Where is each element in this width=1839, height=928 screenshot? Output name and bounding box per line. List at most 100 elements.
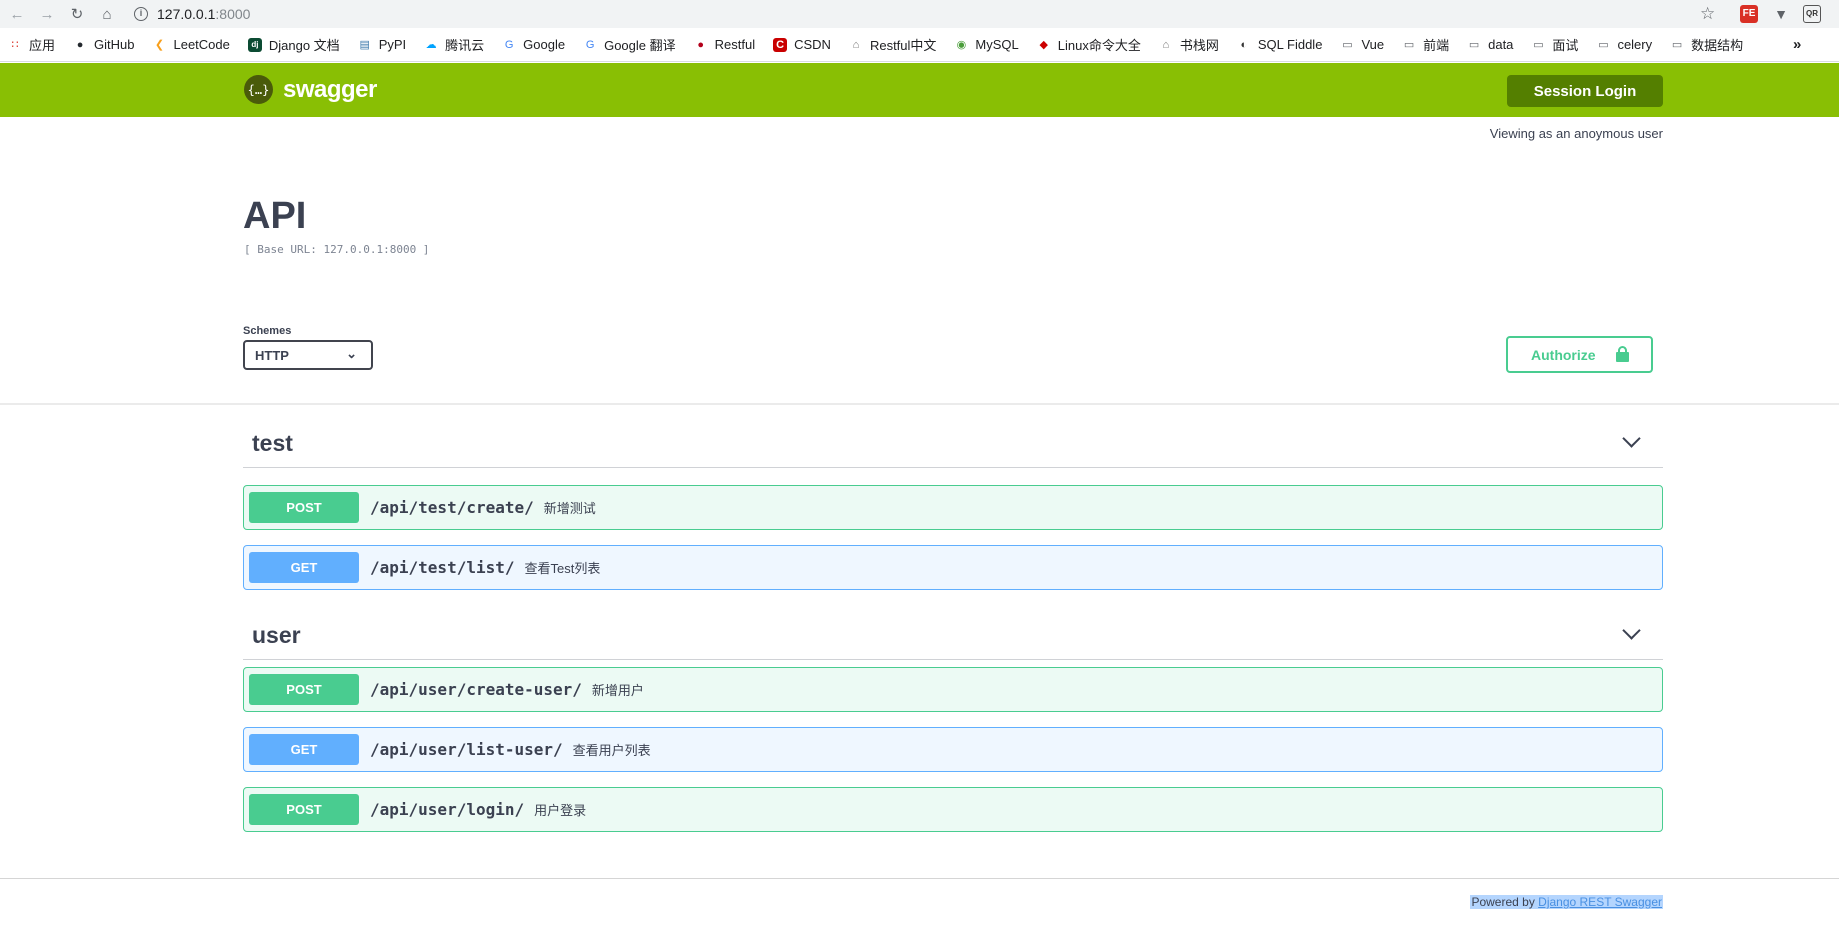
footer: Powered by Django REST Swagger [1470, 895, 1663, 909]
google-translate-icon: G [585, 38, 595, 51]
operation-path: /api/test/list/ [370, 558, 515, 577]
bookmark-item[interactable]: ● Restful [694, 37, 755, 52]
bookmark-item[interactable]: C CSDN [773, 37, 831, 52]
bookmark-item[interactable]: ∷ 应用 [8, 35, 56, 54]
bookmark-item[interactable]: ❮ LeetCode [152, 37, 230, 52]
bookmark-label: Django 文档 [268, 38, 340, 53]
back-arrow-icon[interactable]: ← [4, 1, 30, 27]
bookmark-item[interactable]: ▭ celery [1596, 37, 1652, 52]
bookmark-label: Vue [1361, 37, 1385, 52]
method-badge: POST [249, 674, 359, 705]
bookmark-label: CSDN [794, 37, 831, 52]
folder-icon: ▭ [1598, 39, 1609, 51]
folder-icon: ▭ [1671, 39, 1683, 51]
restful-icon: ● [697, 38, 704, 51]
tag-section-user[interactable]: user [243, 622, 1663, 660]
folder-icon: ▭ [1342, 39, 1353, 51]
extension-fe-icon[interactable]: FE [1740, 5, 1758, 23]
bookmark-item[interactable]: ◉ MySQL [954, 37, 1019, 52]
method-badge: POST [249, 794, 359, 825]
operation-path: /api/user/login/ [370, 800, 525, 819]
operation-row[interactable]: POST /api/test/create/ 新增测试 [243, 485, 1663, 530]
schemes-select[interactable]: HTTP ⌄ [243, 340, 373, 370]
bookmark-label: 书栈网 [1179, 38, 1219, 53]
forward-arrow-icon[interactable]: → [34, 1, 60, 27]
home-icon[interactable]: ⌂ [94, 1, 120, 27]
bookmark-item[interactable]: ☁ 腾讯云 [424, 35, 485, 54]
bookmark-item[interactable]: ◆ Linux命令大全 [1037, 35, 1141, 54]
bookmarks-bar: ∷ 应用 ● GitHub ❮ LeetCode dj Django 文档 ▤ PyPI ☁ 腾讯云 G… [0, 28, 1839, 62]
authorize-button[interactable]: Authorize [1506, 336, 1653, 373]
folder-icon: ▭ [1403, 39, 1415, 51]
bookmark-item[interactable]: G Google 翻译 [583, 35, 676, 54]
bookmark-label: data [1488, 37, 1514, 52]
linux-icon: ◆ [1039, 39, 1048, 51]
bookmark-label: MySQL [975, 37, 1019, 52]
authorize-label: Authorize [1531, 346, 1596, 363]
bookmark-item[interactable]: ▭ Vue [1340, 37, 1384, 52]
bookmark-label: Google [523, 37, 566, 52]
mysql-icon: ◉ [956, 39, 967, 51]
bookmark-item[interactable]: G Google [502, 37, 565, 52]
bookmark-label: Google 翻译 [604, 38, 676, 53]
bookmark-item[interactable]: ▭ 前端 [1402, 35, 1449, 54]
bookmark-label: 面试 [1552, 38, 1579, 53]
operation-row[interactable]: GET /api/test/list/ 查看Test列表 [243, 545, 1663, 590]
bookmark-item[interactable]: ● GitHub [73, 37, 135, 52]
sqlfiddle-icon: ◐ [1240, 38, 1248, 51]
bookstack-icon: ⌂ [1162, 38, 1170, 51]
schemes-label: Schemes [243, 325, 292, 337]
extension-vue-icon[interactable]: ▼ [1772, 5, 1790, 23]
footer-prefix: Powered by [1471, 895, 1539, 909]
operation-row[interactable]: POST /api/user/login/ 用户登录 [243, 787, 1663, 832]
address-bar[interactable]: i 127.0.0.1:8000 [134, 2, 1708, 26]
google-icon: G [504, 38, 514, 51]
bookmark-item[interactable]: ▭ 面试 [1531, 35, 1578, 54]
operation-row[interactable]: GET /api/user/list-user/ 查看用户列表 [243, 727, 1663, 772]
operation-row[interactable]: POST /api/user/create-user/ 新增用户 [243, 667, 1663, 712]
apps-grid-icon: ∷ [11, 39, 19, 51]
bookmark-label: 腾讯云 [445, 38, 485, 53]
bookmark-item[interactable]: ◐ SQL Fiddle [1237, 37, 1323, 52]
bookmark-item[interactable]: ▭ data [1467, 37, 1514, 52]
session-login-button[interactable]: Session Login [1507, 75, 1663, 107]
method-badge: GET [249, 552, 359, 583]
bookmark-label: PyPI [378, 37, 407, 52]
bookmark-label: Restful中文 [869, 38, 937, 53]
bookmark-item[interactable]: ▭ 数据结构 [1670, 35, 1743, 54]
swagger-logo-text: swagger [283, 75, 377, 103]
bookmark-item[interactable]: ⌂ 书栈网 [1159, 35, 1219, 54]
lock-icon [1616, 346, 1629, 362]
bookmarks-overflow-icon[interactable]: » [1793, 36, 1801, 53]
operation-summary: 查看用户列表 [572, 743, 651, 758]
bookmark-label: SQL Fiddle [1257, 37, 1323, 52]
tag-section-test[interactable]: test [243, 430, 1663, 468]
bookmark-item[interactable]: dj Django 文档 [247, 35, 340, 54]
operation-summary: 新增测试 [543, 501, 596, 516]
footer-divider [0, 878, 1839, 879]
extension-qr-icon[interactable]: QR [1803, 5, 1821, 23]
operation-summary: 新增用户 [591, 683, 644, 698]
url-port: :8000 [215, 6, 251, 22]
bookmark-star-icon[interactable]: ☆ [1700, 4, 1715, 24]
tag-name: user [252, 622, 301, 648]
bookmark-label: celery [1617, 37, 1653, 52]
viewing-as-label: Viewing as an anoymous user [1489, 126, 1663, 141]
operation-summary: 用户登录 [534, 803, 587, 818]
operation-path: /api/test/create/ [370, 498, 534, 517]
django-rest-swagger-link[interactable]: Django REST Swagger [1538, 895, 1662, 909]
restful-cn-icon: ⌂ [852, 38, 860, 51]
swagger-logo[interactable]: {…} swagger [244, 75, 377, 104]
folder-icon: ▭ [1533, 39, 1544, 51]
bookmark-label: Linux命令大全 [1057, 38, 1141, 53]
base-url: [ Base URL: 127.0.0.1:8000 ] [244, 243, 430, 256]
chevron-down-icon[interactable] [1623, 626, 1639, 642]
site-info-icon[interactable]: i [134, 7, 148, 21]
bookmark-label: 前端 [1423, 38, 1450, 53]
chevron-down-icon[interactable] [1623, 434, 1639, 450]
leetcode-icon: ❮ [154, 39, 165, 51]
bookmark-item[interactable]: ⌂ Restful中文 [849, 35, 937, 54]
tencent-cloud-icon: ☁ [425, 39, 437, 51]
bookmark-item[interactable]: ▤ PyPI [358, 37, 406, 52]
reload-icon[interactable]: ↻ [64, 1, 90, 27]
